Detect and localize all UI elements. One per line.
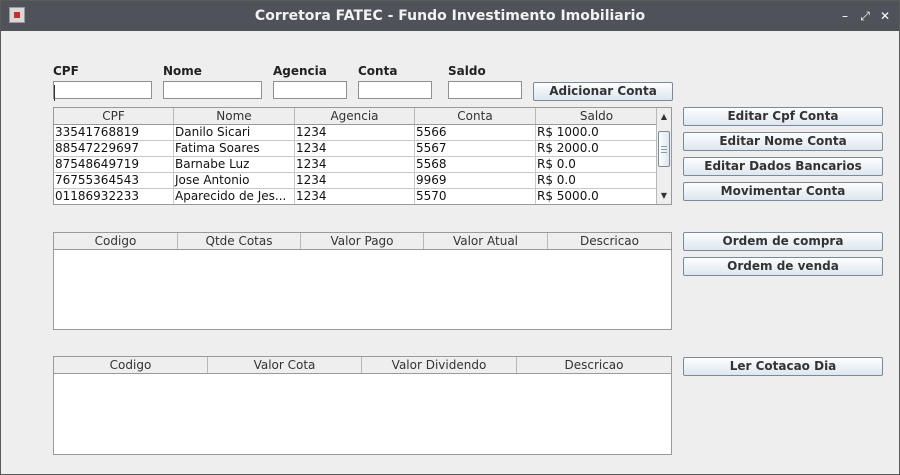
column-header-valor-dividendo[interactable]: Valor Dividendo: [362, 357, 517, 373]
buy-order-button[interactable]: Ordem de compra: [683, 232, 883, 251]
window-title: Corretora FATEC - Fundo Investimento Imo…: [254, 8, 646, 24]
saldo-field[interactable]: [448, 81, 522, 101]
scrollbar-thumb[interactable]: [658, 131, 670, 167]
grip-line: [661, 146, 667, 147]
cell-cpf[interactable]: 88547229697: [54, 141, 174, 156]
accounts-table-header: CPF Nome Agencia Conta Saldo: [54, 108, 657, 125]
cell-cpf[interactable]: 33541768819: [54, 125, 174, 140]
saldo-input[interactable]: [449, 85, 521, 101]
column-header-cpf[interactable]: CPF: [54, 108, 174, 124]
cell-nome[interactable]: Danilo Sicari: [174, 125, 295, 140]
cell-nome[interactable]: Fatima Soares: [174, 141, 295, 156]
cell-cpf[interactable]: 76755364543: [54, 173, 174, 188]
maximize-icon[interactable]: ⤢: [857, 8, 873, 24]
conta-input[interactable]: [359, 85, 431, 101]
accounts-table-scrollbar[interactable]: ▲ ▼: [656, 108, 671, 204]
table-row[interactable]: 76755364543 Jose Antonio 1234 9969 R$ 0.…: [54, 173, 657, 189]
column-header-descricao[interactable]: Descricao: [517, 357, 671, 373]
cell-nome[interactable]: Jose Antonio: [174, 173, 295, 188]
title-bar[interactable]: Corretora FATEC - Fundo Investimento Imo…: [1, 1, 899, 31]
table-row[interactable]: 87548649719 Barnabe Luz 1234 5568 R$ 0.0: [54, 157, 657, 173]
cell-saldo[interactable]: R$ 2000.0: [536, 141, 657, 156]
agencia-label: Agencia: [273, 64, 327, 78]
column-header-agencia[interactable]: Agencia: [295, 108, 415, 124]
cell-agencia[interactable]: 1234: [295, 173, 415, 188]
cell-saldo[interactable]: R$ 0.0: [536, 157, 657, 172]
column-header-codigo[interactable]: Codigo: [54, 357, 208, 373]
cell-nome[interactable]: Aparecido de Jes...: [174, 189, 295, 204]
cell-conta[interactable]: 5570: [415, 189, 536, 204]
grip-line: [661, 149, 667, 150]
table-row[interactable]: 33541768819 Danilo Sicari 1234 5566 R$ 1…: [54, 125, 657, 141]
cell-agencia[interactable]: 1234: [295, 125, 415, 140]
table-row[interactable]: 01186932233 Aparecido de Jes... 1234 557…: [54, 189, 657, 204]
column-header-codigo[interactable]: Codigo: [54, 233, 178, 249]
minimize-icon[interactable]: –: [837, 8, 853, 24]
cell-nome[interactable]: Barnabe Luz: [174, 157, 295, 172]
column-header-valor-pago[interactable]: Valor Pago: [301, 233, 424, 249]
add-account-button[interactable]: Adicionar Conta: [533, 82, 673, 101]
column-header-conta[interactable]: Conta: [415, 108, 536, 124]
close-icon[interactable]: ✕: [877, 8, 893, 24]
edit-cpf-button[interactable]: Editar Cpf Conta: [683, 107, 883, 126]
column-header-valor-cota[interactable]: Valor Cota: [208, 357, 362, 373]
column-header-descricao[interactable]: Descricao: [548, 233, 671, 249]
quotes-table-header: Codigo Valor Cota Valor Dividendo Descri…: [54, 357, 671, 374]
column-header-valor-atual[interactable]: Valor Atual: [424, 233, 548, 249]
grip-line: [661, 152, 667, 153]
conta-label: Conta: [358, 64, 398, 78]
conta-field[interactable]: [358, 81, 432, 101]
cpf-field[interactable]: [53, 81, 152, 101]
scroll-up-icon[interactable]: ▲: [657, 110, 671, 124]
column-header-saldo[interactable]: Saldo: [536, 108, 657, 124]
nome-input[interactable]: [164, 85, 261, 101]
content-pane: CPF Nome Agencia Conta Saldo Adicionar C…: [1, 31, 899, 474]
move-account-button[interactable]: Movimentar Conta: [683, 182, 883, 201]
table-row[interactable]: 88547229697 Fatima Soares 1234 5567 R$ 2…: [54, 141, 657, 157]
edit-name-button[interactable]: Editar Nome Conta: [683, 132, 883, 151]
cell-saldo[interactable]: R$ 5000.0: [536, 189, 657, 204]
quotes-table[interactable]: Codigo Valor Cota Valor Dividendo Descri…: [53, 356, 672, 455]
cell-cpf[interactable]: 01186932233: [54, 189, 174, 204]
column-header-nome[interactable]: Nome: [174, 108, 295, 124]
cell-agencia[interactable]: 1234: [295, 189, 415, 204]
cell-conta[interactable]: 9969: [415, 173, 536, 188]
column-header-qtde-cotas[interactable]: Qtde Cotas: [178, 233, 301, 249]
holdings-table[interactable]: Codigo Qtde Cotas Valor Pago Valor Atual…: [53, 232, 672, 330]
agencia-field[interactable]: [273, 81, 347, 101]
cell-saldo[interactable]: R$ 0.0: [536, 173, 657, 188]
holdings-table-header: Codigo Qtde Cotas Valor Pago Valor Atual…: [54, 233, 671, 250]
sell-order-button[interactable]: Ordem de venda: [683, 257, 883, 276]
accounts-table-body: 33541768819 Danilo Sicari 1234 5566 R$ 1…: [54, 125, 657, 204]
agencia-input[interactable]: [274, 85, 346, 101]
saldo-label: Saldo: [448, 64, 486, 78]
cell-agencia[interactable]: 1234: [295, 141, 415, 156]
cell-cpf[interactable]: 87548649719: [54, 157, 174, 172]
cell-saldo[interactable]: R$ 1000.0: [536, 125, 657, 140]
cell-conta[interactable]: 5566: [415, 125, 536, 140]
read-quote-button[interactable]: Ler Cotacao Dia: [683, 357, 883, 376]
cell-conta[interactable]: 5568: [415, 157, 536, 172]
cpf-label: CPF: [53, 64, 79, 78]
cpf-input[interactable]: [54, 85, 151, 101]
cell-conta[interactable]: 5567: [415, 141, 536, 156]
cell-agencia[interactable]: 1234: [295, 157, 415, 172]
nome-label: Nome: [163, 64, 202, 78]
edit-bank-data-button[interactable]: Editar Dados Bancarios: [683, 157, 883, 176]
accounts-table[interactable]: CPF Nome Agencia Conta Saldo 33541768819…: [53, 107, 672, 205]
scroll-down-icon[interactable]: ▼: [657, 189, 671, 203]
main-window: Corretora FATEC - Fundo Investimento Imo…: [0, 0, 900, 475]
nome-field[interactable]: [163, 81, 262, 101]
